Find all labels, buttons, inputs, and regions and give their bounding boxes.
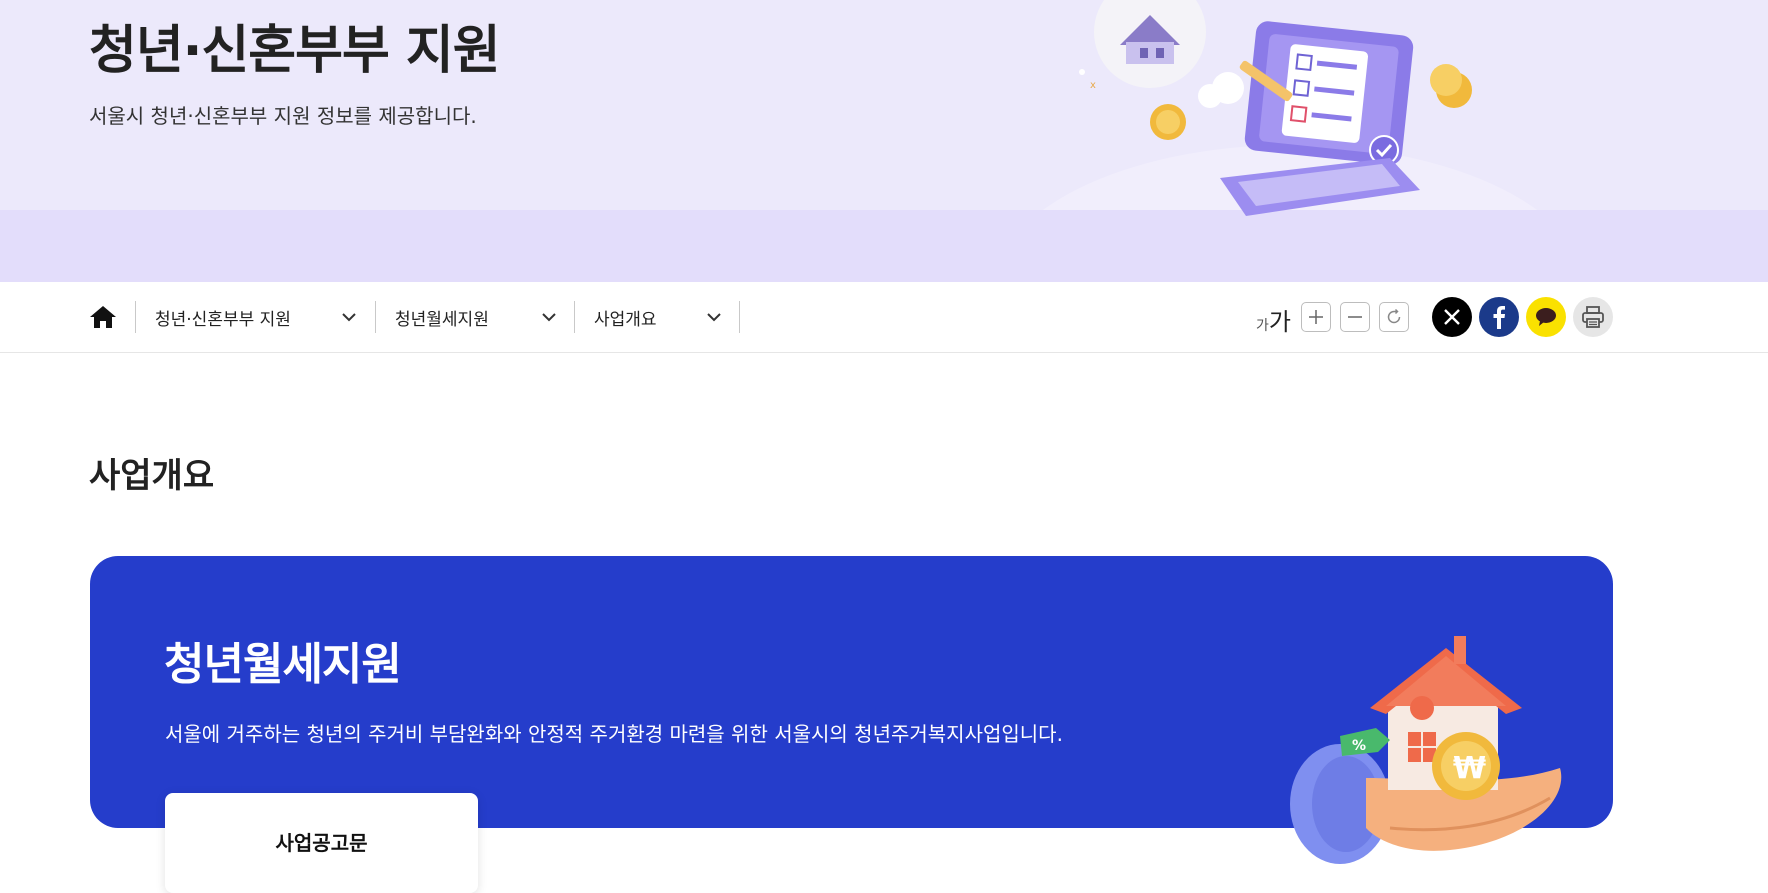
share-x-button[interactable]: [1432, 297, 1472, 337]
hero-banner: 청년·신혼부부 지원 서울시 청년·신혼부부 지원 정보를 제공합니다. x: [0, 0, 1768, 282]
nav-divider: [574, 301, 575, 333]
plus-icon: [1309, 310, 1323, 324]
hero-title: 청년·신혼부부 지원: [89, 21, 501, 81]
page-title: 사업개요: [89, 456, 215, 496]
house-in-hand-illustration: ₩ %: [1290, 636, 1562, 864]
font-size-large-glyph: 가: [1268, 308, 1291, 336]
x-icon: [1444, 309, 1460, 325]
nav-divider: [739, 301, 740, 333]
font-increase-button[interactable]: [1301, 302, 1331, 332]
chevron-down-icon: [341, 309, 357, 325]
nav-divider: [135, 301, 136, 333]
nav-divider: [375, 301, 376, 333]
home-icon: [90, 306, 116, 328]
hero-band-decoration: [0, 210, 1768, 282]
font-reset-button[interactable]: [1379, 302, 1409, 332]
share-kakaotalk-button[interactable]: [1526, 297, 1566, 337]
print-button[interactable]: [1573, 297, 1613, 337]
breadcrumb-label: 사업개요: [594, 309, 657, 330]
chevron-down-icon: [706, 309, 722, 325]
laptop-checklist-illustration: x: [1079, 0, 1472, 216]
share-facebook-button[interactable]: [1479, 297, 1519, 337]
chevron-down-icon: [541, 309, 557, 325]
announcement-button-label: 사업공고문: [275, 831, 368, 855]
minus-icon: [1348, 316, 1362, 318]
home-button[interactable]: [86, 300, 120, 334]
reset-icon: [1387, 308, 1401, 324]
breadcrumb-label: 청년월세지원: [395, 309, 489, 330]
breadcrumb-dropdown-3[interactable]: 사업개요: [594, 301, 722, 333]
kakaotalk-icon: [1536, 308, 1556, 326]
svg-text:%: %: [1352, 738, 1366, 754]
announcement-button[interactable]: 사업공고문: [165, 793, 478, 893]
svg-text:₩: ₩: [1453, 751, 1486, 786]
breadcrumb-dropdown-1[interactable]: 청년·신혼부부 지원: [155, 301, 357, 333]
hero-subtitle: 서울시 청년·신혼부부 지원 정보를 제공합니다.: [89, 104, 477, 128]
breadcrumb-bar: 청년·신혼부부 지원 청년월세지원 사업개요 가 가: [0, 282, 1768, 353]
font-size-small-glyph: 가: [1256, 318, 1269, 334]
card-title: 청년월세지원: [164, 639, 402, 690]
svg-text:x: x: [1090, 80, 1096, 91]
font-size-label: 가 가: [1256, 302, 1291, 336]
breadcrumb-label: 청년·신혼부부 지원: [155, 309, 291, 330]
font-decrease-button[interactable]: [1340, 302, 1370, 332]
facebook-icon: [1493, 306, 1505, 329]
breadcrumb-dropdown-2[interactable]: 청년월세지원: [395, 301, 557, 333]
print-icon: [1582, 306, 1604, 328]
card-description: 서울에 거주하는 청년의 주거비 부담완화와 안정적 주거환경 마련을 위한 서…: [165, 722, 1063, 746]
